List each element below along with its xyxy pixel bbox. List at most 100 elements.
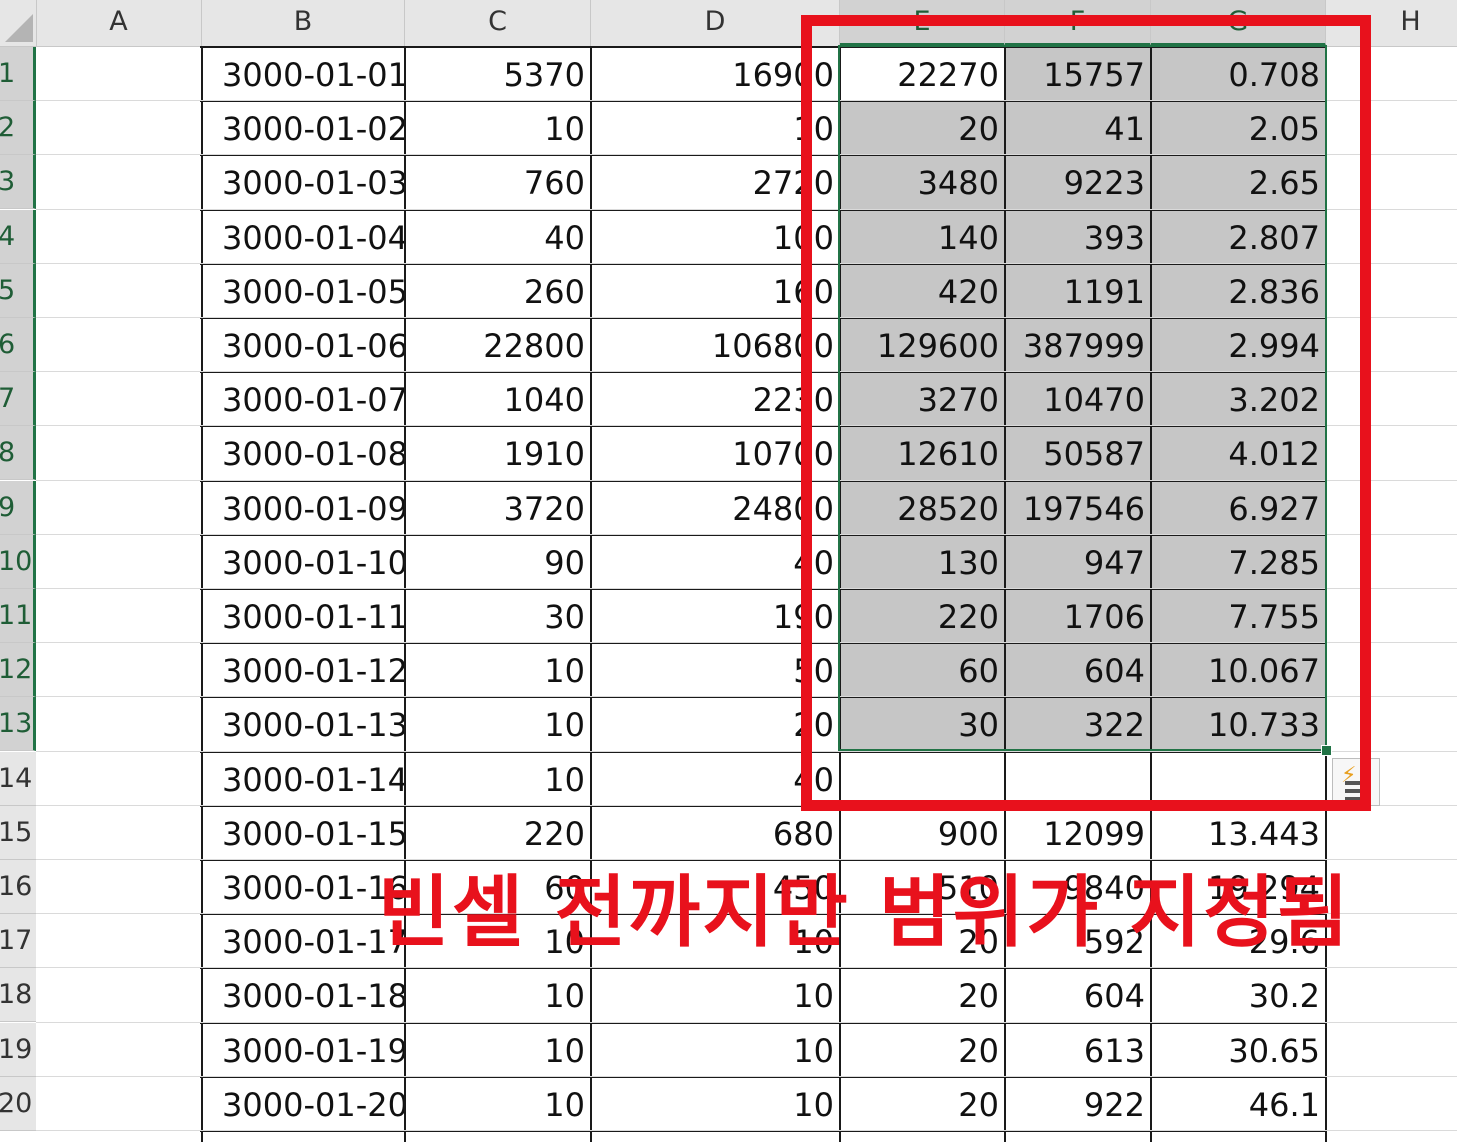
cell-d[interactable]: 10 [591,1077,840,1131]
column-header-f[interactable]: F [1005,0,1151,46]
column-header-a[interactable]: A [36,0,202,46]
cell-f[interactable]: 604 [1005,968,1151,1022]
column-header-h[interactable]: H [1326,0,1457,46]
cell-g[interactable]: 6.927 [1151,481,1326,535]
cell-f[interactable]: 10470 [1005,372,1151,426]
cell-c[interactable]: 220 [405,806,591,860]
cell-d[interactable]: 40 [591,535,840,589]
cell-f[interactable]: 15757 [1005,47,1151,101]
cell-d[interactable]: 10700 [591,426,840,480]
cell-f[interactable]: 197546 [1005,481,1151,535]
cell-e[interactable]: 20 [840,1023,1005,1077]
cell-date[interactable]: 3000-01-09 [202,481,405,535]
cell-d[interactable]: 10 [591,1023,840,1077]
cell-d[interactable]: 2230 [591,372,840,426]
cell-date[interactable]: 3000-01-11 [202,589,405,643]
cell-d[interactable]: 20 [591,697,840,751]
cell-date[interactable]: 3000-01-05 [202,264,405,318]
cell-d[interactable]: 100 [591,210,840,264]
cell-d[interactable]: 50 [591,643,840,697]
cell-d[interactable]: 106800 [591,318,840,372]
cell-d[interactable]: 10 [591,968,840,1022]
cell-f[interactable]: 41 [1005,101,1151,155]
fill-handle[interactable] [1321,745,1332,756]
cell-e[interactable]: 140 [840,210,1005,264]
cell-e[interactable]: 22270 [840,47,1005,101]
cell-date[interactable]: 3000-01-18 [202,968,405,1022]
column-header-e[interactable]: E [840,0,1005,46]
cell-date[interactable]: 3000-01-15 [202,806,405,860]
cell-g[interactable]: 13.443 [1151,806,1326,860]
cell-e[interactable]: 900 [840,806,1005,860]
cell-g[interactable]: 2.836 [1151,264,1326,318]
cell-g[interactable]: 2.994 [1151,318,1326,372]
cell-c[interactable]: 5370 [405,47,591,101]
cell-c[interactable]: 10 [405,643,591,697]
cell-f[interactable] [1005,752,1151,806]
cell-c[interactable]: 10 [405,752,591,806]
cell-f[interactable]: 9223 [1005,155,1151,209]
cell-c[interactable]: 40 [405,210,591,264]
row-header[interactable]: 18 [0,968,36,1022]
column-header-d[interactable]: D [591,0,840,46]
row-header[interactable]: 14 [0,752,36,806]
cell-e[interactable]: 20 [840,1077,1005,1131]
cell-g[interactable]: 2.05 [1151,101,1326,155]
cell-g[interactable]: 46.1 [1151,1077,1326,1131]
cell-d[interactable]: 24800 [591,481,840,535]
cell-d[interactable]: 160 [591,264,840,318]
cell-date[interactable]: 3000-01-12 [202,643,405,697]
cell-c[interactable]: 30 [405,589,591,643]
row-header[interactable]: 12 [0,643,36,697]
cell-c[interactable]: 22800 [405,318,591,372]
cell-e[interactable]: 28520 [840,481,1005,535]
cell-e[interactable]: 20 [840,101,1005,155]
cell-f[interactable]: 12099 [1005,806,1151,860]
cell-date[interactable]: 3000-01-19 [202,1023,405,1077]
cell-date[interactable]: 3000-01-17 [202,914,405,968]
cell-f[interactable]: 613 [1005,1023,1151,1077]
cell-date[interactable]: 3000-01-06 [202,318,405,372]
cell-d[interactable]: 10 [591,101,840,155]
cell-g[interactable]: 30.65 [1151,1023,1326,1077]
cell-d[interactable]: 190 [591,589,840,643]
cell-e[interactable]: 60 [840,643,1005,697]
cell-date[interactable]: 3000-01-07 [202,372,405,426]
cell-e[interactable]: 3270 [840,372,1005,426]
row-header[interactable]: 9 [0,481,36,535]
row-header[interactable]: 1 [0,47,36,101]
cell-g[interactable]: 30.2 [1151,968,1326,1022]
cell-c[interactable]: 1910 [405,426,591,480]
cell-c[interactable]: 10 [405,968,591,1022]
cell-e[interactable]: 130 [840,535,1005,589]
cell-e[interactable]: 12610 [840,426,1005,480]
row-header[interactable]: 4 [0,210,36,264]
cell-date[interactable]: 3000-01-13 [202,697,405,751]
cell-g[interactable]: 10.733 [1151,697,1326,751]
row-header[interactable]: 7 [0,372,36,426]
column-header-b[interactable]: B [202,0,405,46]
row-header[interactable]: 5 [0,264,36,318]
cell-g[interactable]: 0.708 [1151,47,1326,101]
row-header[interactable]: 11 [0,589,36,643]
cell-f[interactable]: 947 [1005,535,1151,589]
cell-g[interactable]: 2.807 [1151,210,1326,264]
cell-date[interactable]: 3000-01-08 [202,426,405,480]
cell-c[interactable]: 260 [405,264,591,318]
row-header[interactable]: 19 [0,1023,36,1077]
cell-f[interactable]: 1191 [1005,264,1151,318]
cell-c[interactable]: 1040 [405,372,591,426]
row-header[interactable]: 15 [0,806,36,860]
cell-f[interactable]: 1706 [1005,589,1151,643]
cell-date[interactable]: 3000-01-16 [202,860,405,914]
cell-date[interactable]: 3000-01-20 [202,1077,405,1131]
cell-date[interactable]: 3000-01-04 [202,210,405,264]
cell-c[interactable]: 90 [405,535,591,589]
cell-g[interactable]: 2.65 [1151,155,1326,209]
cell-f[interactable]: 922 [1005,1077,1151,1131]
cell-f[interactable]: 322 [1005,697,1151,751]
cell-c[interactable]: 760 [405,155,591,209]
cell-g[interactable] [1151,752,1326,806]
row-header[interactable]: 2 [0,101,36,155]
row-header[interactable]: 20 [0,1077,36,1131]
